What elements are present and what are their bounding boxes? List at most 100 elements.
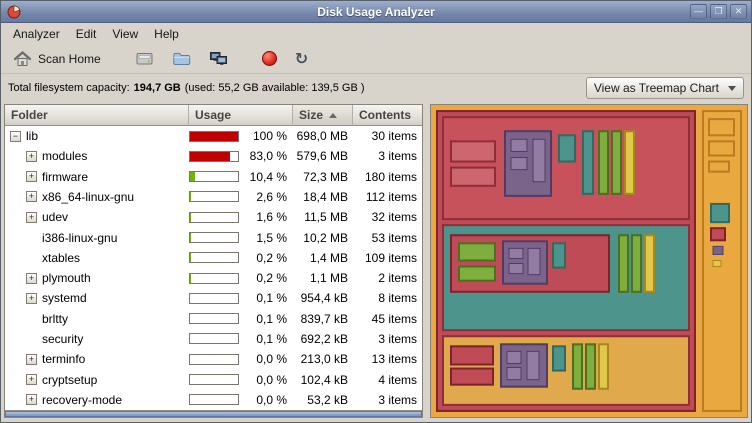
treemap-rect-cell[interactable] <box>511 139 527 151</box>
treemap-rect-cell[interactable] <box>451 168 495 186</box>
treemap-rect-cell[interactable] <box>599 344 608 388</box>
table-row[interactable]: +xtables0,2 %1,4 MB109 items <box>5 248 422 268</box>
table-row[interactable]: +udev1,6 %11,5 MB32 items <box>5 207 422 227</box>
treemap-rect-cell[interactable] <box>501 344 547 386</box>
column-header-usage-label: Usage <box>195 108 231 122</box>
table-row[interactable]: +recovery-mode0,0 %53,2 kB3 items <box>5 390 422 410</box>
treemap-rect-cell[interactable] <box>559 135 575 161</box>
scan-home-button[interactable]: Scan Home <box>7 47 107 70</box>
app-window: Disk Usage Analyzer — ❒ ✕ Analyzer Edit … <box>0 0 752 423</box>
treemap-rect-cell[interactable] <box>553 243 565 267</box>
expand-expander-icon[interactable]: + <box>26 293 37 304</box>
table-row[interactable]: +systemd0,1 %954,4 kB8 items <box>5 288 422 308</box>
table-row[interactable]: +brltty0,1 %839,7 kB45 items <box>5 309 422 329</box>
usage-percent: 0,1 % <box>239 332 293 346</box>
usage-percent: 0,0 % <box>239 393 293 407</box>
treemap-rect-cell[interactable] <box>632 235 641 292</box>
stop-button[interactable] <box>256 48 283 69</box>
table-row[interactable]: +firmware10,4 %72,3 MB180 items <box>5 167 422 187</box>
treemap-rect-cell[interactable] <box>553 346 565 370</box>
table-row[interactable]: +plymouth0,2 %1,1 MB2 items <box>5 268 422 288</box>
treemap-rect-cell[interactable] <box>709 119 734 135</box>
expand-expander-icon[interactable]: + <box>26 273 37 284</box>
expand-expander-icon[interactable]: + <box>26 171 37 182</box>
view-selector-dropdown[interactable]: View as Treemap Chart <box>586 77 744 99</box>
scrollbar-thumb[interactable] <box>5 411 422 417</box>
treemap-rect-cell[interactable] <box>583 131 593 194</box>
expand-expander-icon[interactable]: + <box>26 394 37 405</box>
expand-expander-icon[interactable]: + <box>26 212 37 223</box>
expand-expander-icon[interactable]: + <box>26 374 37 385</box>
column-header-usage[interactable]: Usage <box>189 105 293 126</box>
menu-view[interactable]: View <box>104 25 146 43</box>
usage-cell: 0,0 % <box>189 390 293 410</box>
treemap-rect-cell[interactable] <box>625 131 634 194</box>
treemap-rect-cell[interactable] <box>713 260 721 266</box>
treemap-rect-cell[interactable] <box>451 141 495 161</box>
treemap-rect-cell[interactable] <box>509 264 523 274</box>
remote-computers-icon <box>209 50 228 67</box>
menu-help[interactable]: Help <box>146 25 187 43</box>
app-icon[interactable] <box>7 5 21 19</box>
scan-filesystem-button[interactable] <box>129 47 160 70</box>
close-button[interactable]: ✕ <box>730 4 747 19</box>
folder-icon <box>172 50 191 67</box>
horizontal-scrollbar[interactable] <box>5 410 422 417</box>
table-row[interactable]: +modules83,0 %579,6 MB3 items <box>5 146 422 166</box>
treemap-rect-cell[interactable] <box>586 344 595 388</box>
expand-expander-icon[interactable]: + <box>26 151 37 162</box>
treemap-rect-cell[interactable] <box>459 243 495 260</box>
scan-remote-button[interactable] <box>203 47 234 70</box>
usage-bar <box>189 131 239 142</box>
treemap-rect-cell[interactable] <box>619 235 628 292</box>
treemap-rect-cell[interactable] <box>527 351 539 379</box>
table-row[interactable]: +x86_64-linux-gnu2,6 %18,4 MB112 items <box>5 187 422 207</box>
menu-analyzer[interactable]: Analyzer <box>5 25 68 43</box>
treemap-rect-cell[interactable] <box>709 141 734 155</box>
treemap-rect-cell[interactable] <box>507 351 521 363</box>
treemap-rect-cell[interactable] <box>511 158 527 170</box>
table-row[interactable]: +cryptsetup0,0 %102,4 kB4 items <box>5 369 422 389</box>
usage-percent: 0,1 % <box>239 291 293 305</box>
refresh-button[interactable]: ↻ <box>289 48 314 70</box>
expand-expander-icon[interactable]: + <box>26 354 37 365</box>
treemap-rect-cell[interactable] <box>713 246 723 254</box>
stop-icon <box>262 51 277 66</box>
treemap-rect-cell[interactable] <box>711 204 729 222</box>
scan-folder-button[interactable] <box>166 47 197 70</box>
minimize-button[interactable]: — <box>690 4 707 19</box>
treemap-rect-cell[interactable] <box>509 248 523 258</box>
table-row[interactable]: +terminfo0,0 %213,0 kB13 items <box>5 349 422 369</box>
treemap-rect-cell[interactable] <box>612 131 621 194</box>
folder-name: plymouth <box>42 271 91 285</box>
usage-cell: 0,0 % <box>189 349 293 369</box>
titlebar[interactable]: Disk Usage Analyzer — ❒ ✕ <box>1 1 751 23</box>
treemap-rect-cell[interactable] <box>599 131 608 194</box>
treemap-rect-cell[interactable] <box>451 346 493 364</box>
treemap-rect-cell[interactable] <box>451 369 493 385</box>
column-header-contents[interactable]: Contents <box>353 105 422 126</box>
treemap-rect-cell[interactable] <box>459 267 495 281</box>
treemap-svg[interactable] <box>431 105 747 417</box>
folder-cell: +terminfo <box>5 349 189 369</box>
treemap-rect-cell[interactable] <box>711 228 725 240</box>
treemap-rect-cell[interactable] <box>507 368 521 380</box>
treemap-rect-cell[interactable] <box>573 344 582 388</box>
column-header-folder[interactable]: Folder <box>5 105 189 126</box>
treemap-rect-cell[interactable] <box>709 162 729 172</box>
treemap-rect-cell[interactable] <box>645 235 654 292</box>
usage-bar <box>189 232 239 243</box>
folder-name: security <box>42 332 83 346</box>
contents-value: 13 items <box>353 349 422 369</box>
treemap-rect-cell[interactable] <box>533 139 545 181</box>
table-row[interactable]: +security0,1 %692,2 kB3 items <box>5 329 422 349</box>
treemap-rect-cell[interactable] <box>528 248 540 274</box>
table-row[interactable]: +i386-linux-gnu1,5 %10,2 MB53 items <box>5 227 422 247</box>
menu-edit[interactable]: Edit <box>68 25 105 43</box>
maximize-button[interactable]: ❒ <box>710 4 727 19</box>
column-header-size[interactable]: Size <box>293 105 353 126</box>
collapse-expander-icon[interactable]: − <box>10 131 21 142</box>
expand-expander-icon[interactable]: + <box>26 191 37 202</box>
table-row[interactable]: −lib100 %698,0 MB30 items <box>5 126 422 146</box>
usage-percent: 0,1 % <box>239 312 293 326</box>
